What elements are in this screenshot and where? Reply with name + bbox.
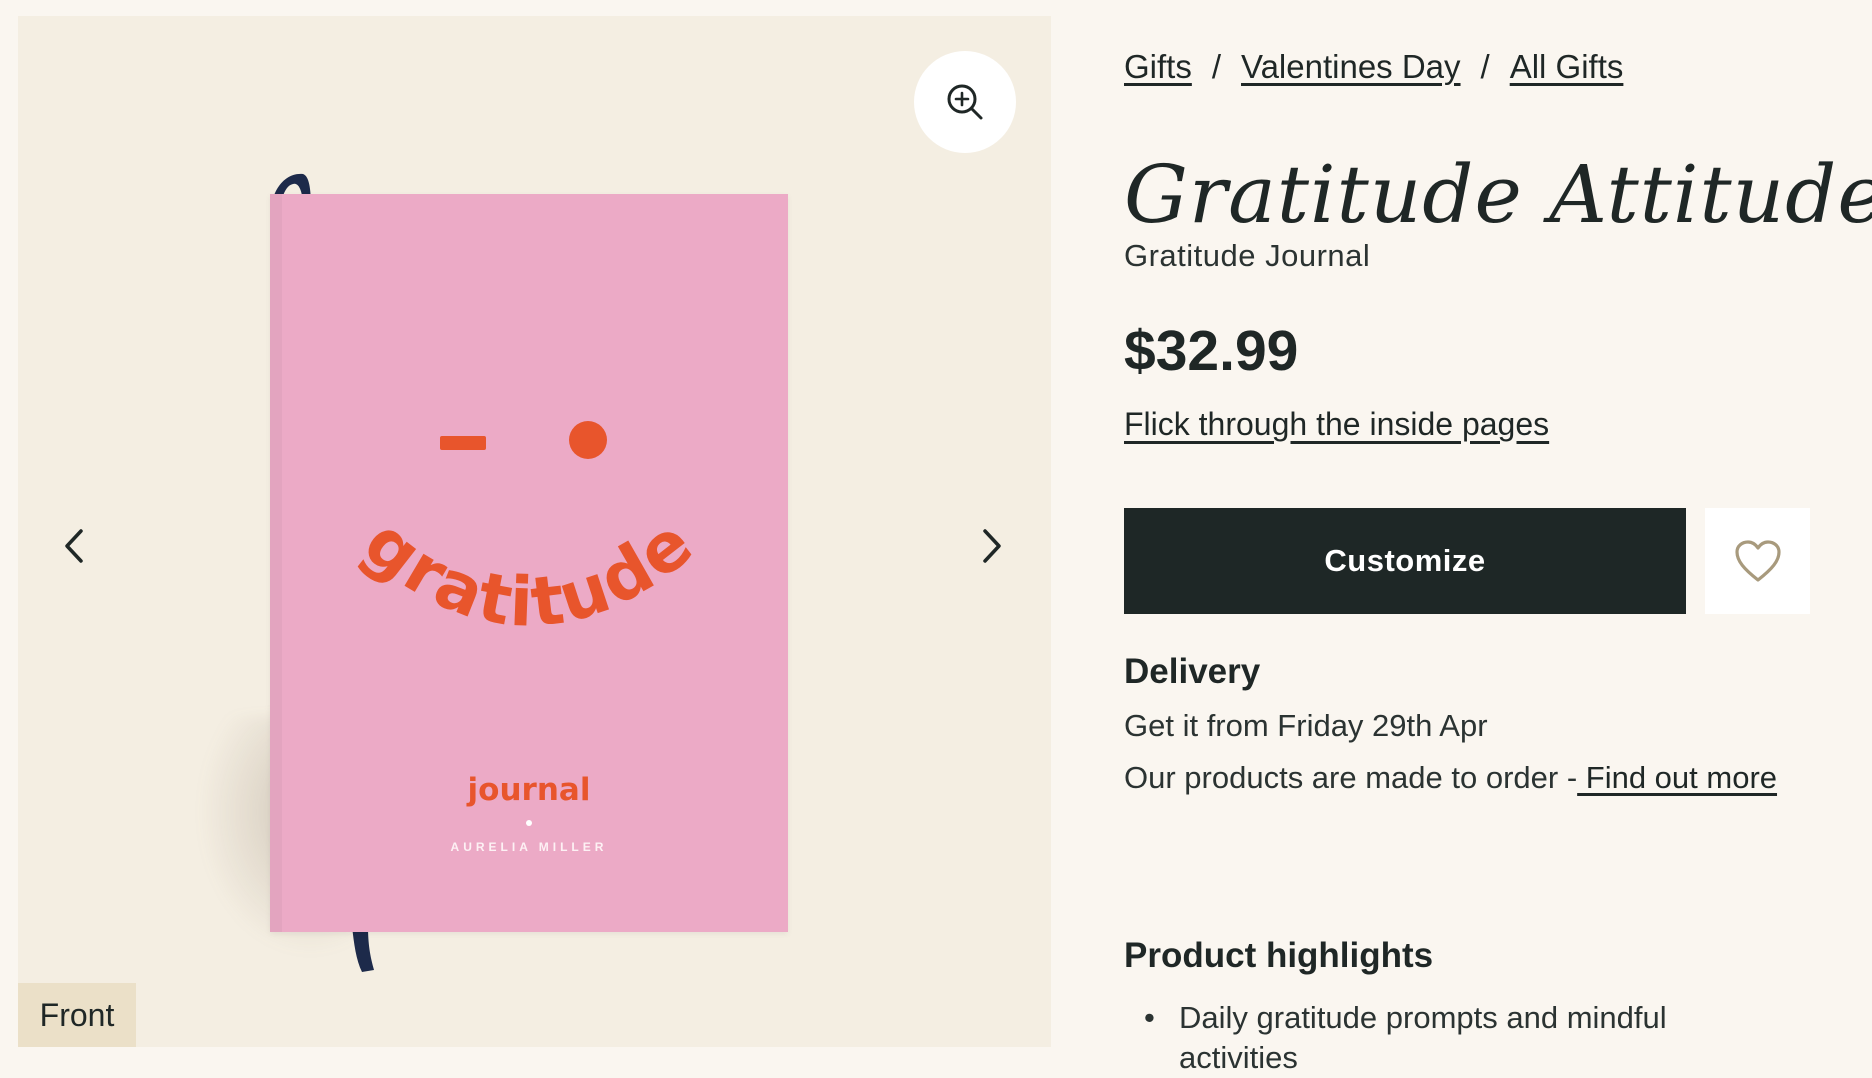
cover-dot xyxy=(526,820,532,826)
product-subtitle: Gratitude Journal xyxy=(1124,238,1371,273)
delivery-heading: Delivery xyxy=(1124,652,1261,691)
cover-eye-dash xyxy=(440,436,486,450)
product-gallery: gratitude journal AURELIA MILLER Front xyxy=(18,16,1051,1047)
next-image-button[interactable] xyxy=(962,506,1022,586)
highlights-list: • Daily gratitude prompts and mindful act… xyxy=(1124,998,1744,1078)
flick-through-pages-link[interactable]: Flick through the inside pages xyxy=(1124,406,1549,443)
find-out-more-link[interactable]: Find out more xyxy=(1577,760,1777,795)
breadcrumb-link-valentines-day[interactable]: Valentines Day xyxy=(1241,48,1461,85)
ribbon-bottom xyxy=(352,926,374,972)
breadcrumb-separator: / xyxy=(1480,48,1490,85)
product-highlights-heading: Product highlights xyxy=(1124,936,1434,975)
delivery-note: Our products are made to order - Find ou… xyxy=(1124,760,1777,796)
cover-arc-text: gratitude xyxy=(349,503,709,643)
chevron-left-icon xyxy=(65,529,83,563)
product-title: Gratitude Attitude xyxy=(1124,148,1872,241)
wishlist-button[interactable] xyxy=(1705,508,1810,614)
highlight-item-text: Daily gratitude prompts and mindful acti… xyxy=(1179,1000,1667,1075)
previous-image-button[interactable] xyxy=(44,506,104,586)
breadcrumb-link-all-gifts[interactable]: All Gifts xyxy=(1510,48,1624,85)
customize-button[interactable]: Customize xyxy=(1124,508,1686,614)
journal-cover: gratitude journal AURELIA MILLER xyxy=(270,194,788,932)
zoom-button[interactable] xyxy=(914,51,1016,153)
highlight-item: • Daily gratitude prompts and mindful act… xyxy=(1124,998,1744,1078)
chevron-right-icon xyxy=(983,529,1001,563)
cover-author: AURELIA MILLER xyxy=(450,840,608,854)
breadcrumb-link-gifts[interactable]: Gifts xyxy=(1124,48,1192,85)
product-page: gratitude journal AURELIA MILLER Front G… xyxy=(0,0,1872,1078)
delivery-date: Get it from Friday 29th Apr xyxy=(1124,708,1488,743)
image-view-label: Front xyxy=(18,983,136,1047)
breadcrumb-separator: / xyxy=(1211,48,1222,85)
bullet-marker: • xyxy=(1144,1000,1155,1035)
heart-icon xyxy=(1734,540,1781,582)
product-image[interactable]: gratitude journal AURELIA MILLER xyxy=(168,156,808,976)
breadcrumb: Gifts / Valentines Day / All Gifts xyxy=(1124,48,1623,86)
cover-title: journal xyxy=(467,772,591,808)
product-price: $32.99 xyxy=(1124,319,1299,383)
delivery-note-text: Our products are made to order - xyxy=(1124,760,1578,795)
zoom-in-icon xyxy=(947,84,983,120)
cover-face-art: gratitude xyxy=(349,421,709,643)
cover-eye-dot xyxy=(569,421,607,459)
